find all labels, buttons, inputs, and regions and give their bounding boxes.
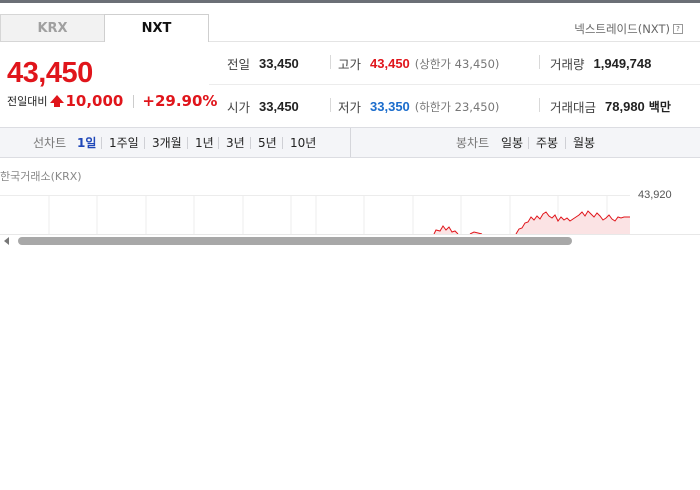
candle-monthly[interactable]: 월봉	[573, 128, 595, 157]
period-3y[interactable]: 3년	[226, 128, 245, 157]
toolbar-separator	[218, 137, 219, 149]
line-chart-label: 선차트	[33, 136, 67, 150]
quote-label: 고가	[338, 57, 362, 72]
quote-separator	[330, 98, 331, 112]
chart-toolbar: 선차트 1일 1주일 3개월 1년 3년 5년 10년 봉차트 일봉 주봉 월봉	[0, 127, 700, 158]
toolbar-split	[350, 128, 351, 157]
market-label-text: 넥스트레이드(NXT)	[574, 22, 670, 36]
quote-value: 33,450	[259, 56, 299, 71]
period-1w[interactable]: 1주일	[109, 128, 139, 157]
quote-value: 33,450	[259, 99, 299, 114]
scrollbar-thumb[interactable]	[18, 237, 572, 245]
intraday-chart	[0, 195, 630, 234]
top-border	[0, 0, 700, 3]
change-amount: 10,000	[65, 92, 124, 110]
toolbar-separator	[528, 137, 529, 149]
quote-separator	[330, 55, 331, 69]
candle-chart-label: 봉차트	[456, 136, 490, 150]
quote-value: 33,350	[370, 99, 410, 114]
quote-value: 78,980	[605, 99, 645, 114]
quote-open: 시가 33,450	[227, 97, 299, 116]
period-1d[interactable]: 1일	[77, 128, 96, 157]
period-3m[interactable]: 3개월	[152, 128, 182, 157]
change-percent: +29.90%	[142, 92, 218, 110]
quote-separator	[539, 55, 540, 69]
up-arrow-icon	[50, 95, 65, 107]
quote-unit: 백만	[648, 100, 671, 114]
tab-nxt[interactable]: NXT	[104, 14, 209, 42]
quote-low: 저가 33,350 (하한가 23,450)	[338, 97, 499, 116]
toolbar-separator	[250, 137, 251, 149]
help-icon[interactable]: ?	[673, 24, 683, 34]
candle-weekly[interactable]: 주봉	[536, 128, 558, 157]
price-change: 전일대비 10,000 +29.90%	[7, 92, 217, 110]
toolbar-separator	[282, 137, 283, 149]
quote-separator	[539, 98, 540, 112]
market-label: 넥스트레이드(NXT) ?	[574, 21, 683, 37]
quote-volume: 거래량 1,949,748	[550, 54, 651, 73]
quote-label: 시가	[227, 100, 251, 115]
quote-high: 고가 43,450 (상한가 43,450)	[338, 54, 499, 73]
quote-label: 저가	[338, 100, 362, 115]
chart-source-label: 한국거래소(KRX)	[0, 170, 82, 183]
quote-prev-close: 전일 33,450	[227, 54, 299, 73]
current-price: 43,450	[7, 57, 93, 89]
quote-amount: 거래대금 78,980 백만	[550, 97, 671, 116]
scroll-left-arrow-icon[interactable]	[4, 237, 9, 245]
period-10y[interactable]: 10년	[290, 128, 316, 157]
period-1y[interactable]: 1년	[195, 128, 214, 157]
change-separator	[133, 94, 135, 108]
period-5y[interactable]: 5년	[258, 128, 277, 157]
chart-max-label: 43,920	[638, 189, 672, 201]
toolbar-separator	[144, 137, 145, 149]
quote-divider	[209, 84, 700, 85]
tabs-divider	[209, 41, 700, 42]
quote-label: 전일	[227, 57, 251, 72]
quote-label: 거래대금	[550, 100, 597, 115]
upper-limit: (상한가 43,450)	[414, 56, 500, 71]
tab-krx[interactable]: KRX	[0, 14, 105, 42]
change-label: 전일대비	[7, 95, 48, 108]
toolbar-separator	[565, 137, 566, 149]
quote-value: 43,450	[370, 56, 410, 71]
quote-label: 거래량	[550, 57, 585, 72]
toolbar-separator	[187, 137, 188, 149]
price-area	[434, 211, 630, 234]
lower-limit: (하한가 23,450)	[414, 99, 500, 114]
candle-daily[interactable]: 일봉	[501, 128, 523, 157]
quote-value: 1,949,748	[593, 56, 652, 71]
toolbar-separator	[101, 137, 102, 149]
